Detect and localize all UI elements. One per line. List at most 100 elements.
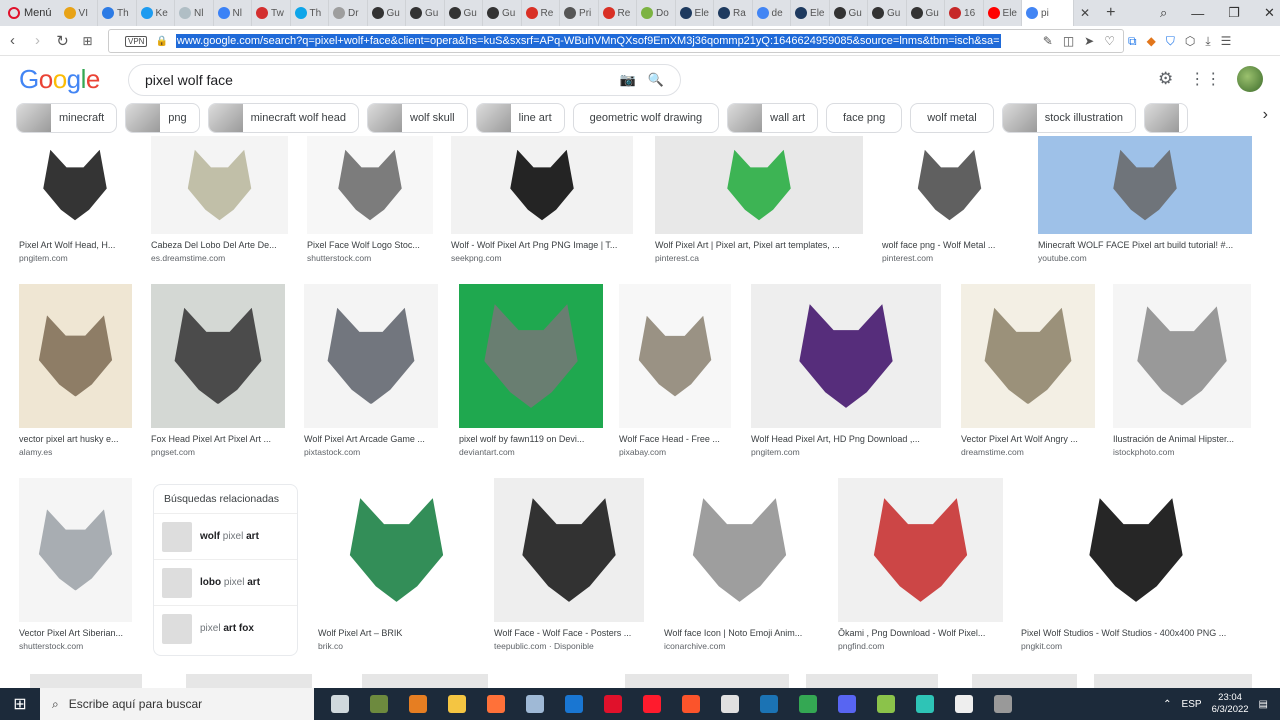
result-thumbnail[interactable] — [655, 136, 863, 234]
taskbar-search[interactable]: ⌕ Escribe aquí para buscar — [40, 688, 314, 720]
result-thumbnail[interactable] — [151, 284, 285, 428]
search-query[interactable]: pixel wolf face — [145, 72, 233, 88]
notepad-icon[interactable] — [515, 688, 554, 720]
browser-tab[interactable]: Do — [637, 0, 676, 26]
browser-tab[interactable]: Th — [98, 0, 137, 26]
image-result[interactable]: Minecraft WOLF FACE Pixel art build tuto… — [1038, 136, 1252, 263]
result-caption[interactable]: Vector Pixel Art Siberian... — [19, 628, 132, 638]
snapshot-icon[interactable]: ◫ — [1063, 34, 1074, 48]
result-thumbnail[interactable] — [882, 136, 1017, 234]
avatar[interactable] — [1237, 66, 1264, 92]
image-result[interactable]: Pixel Wolf Studios - Wolf Studios - 400x… — [1021, 478, 1251, 651]
browser-tab[interactable]: Nl — [214, 0, 253, 26]
image-result[interactable]: vector pixel art husky e... alamy.es — [19, 284, 132, 457]
translate-icon[interactable]: ⧉ — [1128, 34, 1137, 49]
url-text[interactable]: www.google.com/search?q=pixel+wolf+face&… — [175, 34, 1001, 48]
edit-icon[interactable]: ✎ — [1043, 34, 1053, 48]
browser-tab[interactable]: Pri — [560, 0, 599, 26]
image-result[interactable]: Ilustración de Animal Hipster... istockph… — [1113, 284, 1251, 457]
recorder-icon[interactable] — [983, 688, 1022, 720]
vpn-badge[interactable]: VPN — [125, 35, 148, 47]
clock[interactable]: 23:04 6/3/2022 — [1212, 692, 1249, 716]
chrome-icon[interactable] — [788, 688, 827, 720]
browser-tab[interactable]: Ke — [137, 0, 176, 26]
result-thumbnail[interactable] — [451, 136, 633, 234]
image-result[interactable]: Wolf - Wolf Pixel Art Png PNG Image | T.… — [451, 136, 633, 263]
forward-icon[interactable]: › — [25, 32, 50, 49]
result-thumbnail[interactable] — [304, 284, 438, 428]
browser-tab[interactable]: VI — [60, 0, 99, 26]
shield-icon[interactable]: ⛉ — [1166, 34, 1175, 49]
result-caption[interactable]: Wolf Pixel Art Arcade Game ... — [304, 434, 438, 444]
audacity-icon[interactable] — [554, 688, 593, 720]
result-thumbnail[interactable] — [307, 136, 433, 234]
result-caption[interactable]: Wolf face Icon | Noto Emoji Anim... — [664, 628, 815, 638]
tray-chevron-icon[interactable]: ⌃ — [1163, 699, 1171, 710]
tab-active[interactable]: pi — [1022, 0, 1075, 26]
brave-icon[interactable] — [671, 688, 710, 720]
chip-wolf-skull[interactable]: wolf skull — [367, 103, 468, 133]
image-result-partial[interactable] — [186, 674, 312, 688]
image-result[interactable]: Wolf Pixel Art | Pixel art, Pixel art te… — [655, 136, 863, 263]
obs-icon[interactable] — [710, 688, 749, 720]
cube-icon[interactable]: ⬡ — [1185, 34, 1195, 48]
result-thumbnail[interactable] — [19, 478, 132, 622]
image-result[interactable]: Vector Pixel Art Siberian... shutterstock… — [19, 478, 132, 651]
browser-tab[interactable]: Ra — [714, 0, 753, 26]
firefox-icon[interactable] — [476, 688, 515, 720]
chips-next-icon[interactable]: › — [1263, 106, 1268, 124]
tabs-grid-icon[interactable]: ⊞ — [75, 34, 100, 48]
result-thumbnail[interactable] — [838, 478, 1003, 622]
paint-icon[interactable] — [398, 688, 437, 720]
image-result-partial[interactable] — [362, 674, 488, 688]
result-caption[interactable]: vector pixel art husky e... — [19, 434, 132, 444]
result-thumbnail[interactable] — [1113, 284, 1251, 428]
image-result[interactable]: pixel wolf by fawn119 on Devi... devianta… — [459, 284, 603, 457]
language-indicator[interactable]: ESP — [1182, 699, 1202, 710]
heart-icon[interactable]: ♡ — [1104, 34, 1115, 48]
image-result[interactable]: wolf face png - Wolf Metal ... pinterest.… — [882, 136, 1017, 263]
browser-tab[interactable]: Gu — [907, 0, 946, 26]
result-thumbnail[interactable] — [664, 478, 815, 622]
opera-gx-icon[interactable] — [593, 688, 632, 720]
image-result-partial[interactable] — [30, 674, 142, 688]
result-thumbnail[interactable] — [459, 284, 603, 428]
browser-tab[interactable]: Gu — [830, 0, 869, 26]
result-caption[interactable]: Wolf - Wolf Pixel Art Png PNG Image | T.… — [451, 240, 633, 250]
browser-tab[interactable]: Gu — [445, 0, 484, 26]
image-result[interactable]: Wolf Face - Wolf Face - Posters ... teepu… — [494, 478, 644, 651]
result-caption[interactable]: Vector Pixel Art Wolf Angry ... — [961, 434, 1095, 444]
result-thumbnail[interactable] — [1038, 136, 1252, 234]
image-result[interactable]: Pixel Art Wolf Head, H... pngitem.com — [19, 136, 131, 263]
browser-tab[interactable]: Re — [522, 0, 561, 26]
reload-icon[interactable]: ↻ — [50, 32, 75, 50]
result-thumbnail[interactable] — [19, 136, 131, 234]
browser-tab[interactable]: Gu — [368, 0, 407, 26]
browser-tab[interactable]: Ele — [791, 0, 830, 26]
easy-setup-icon[interactable]: ☰ — [1221, 34, 1232, 48]
browser-tab[interactable]: Ele — [984, 0, 1023, 26]
image-result[interactable]: Vector Pixel Art Wolf Angry ... dreamstim… — [961, 284, 1095, 457]
chip-minecraft[interactable]: minecraft — [16, 103, 118, 133]
task-view-icon[interactable] — [320, 688, 359, 720]
browser-tab[interactable]: Ele — [676, 0, 715, 26]
file-explorer-icon[interactable] — [437, 688, 476, 720]
chip-line-art[interactable]: line art — [475, 103, 565, 133]
result-thumbnail[interactable] — [1021, 478, 1251, 622]
result-caption[interactable]: Wolf Head Pixel Art, HD Png Download ,..… — [751, 434, 941, 444]
chip-minecraft-wolf-head[interactable]: minecraft wolf head — [207, 103, 359, 133]
result-caption[interactable]: Ōkami , Png Download - Wolf Pixel... — [838, 628, 1003, 638]
image-result[interactable]: Ōkami , Png Download - Wolf Pixel... pngf… — [838, 478, 1003, 651]
image-result[interactable]: Wolf Pixel Art Arcade Game ... pixtastock… — [304, 284, 438, 457]
result-caption[interactable]: Pixel Face Wolf Logo Stoc... — [307, 240, 433, 250]
result-thumbnail[interactable] — [19, 284, 132, 428]
related-search-item[interactable]: lobo pixel art — [154, 559, 297, 605]
result-thumbnail[interactable] — [619, 284, 731, 428]
fox-icon[interactable] — [905, 688, 944, 720]
url-field[interactable]: VPN 🔒 www.google.com/search?q=pixel+wolf… — [108, 29, 1124, 53]
discord-icon[interactable] — [827, 688, 866, 720]
google-logo[interactable]: Google — [19, 64, 100, 95]
result-caption[interactable]: Wolf Pixel Art – BRIK — [318, 628, 475, 638]
browser-tab[interactable]: Gu — [406, 0, 445, 26]
result-caption[interactable]: Minecraft WOLF FACE Pixel art build tuto… — [1038, 240, 1252, 250]
